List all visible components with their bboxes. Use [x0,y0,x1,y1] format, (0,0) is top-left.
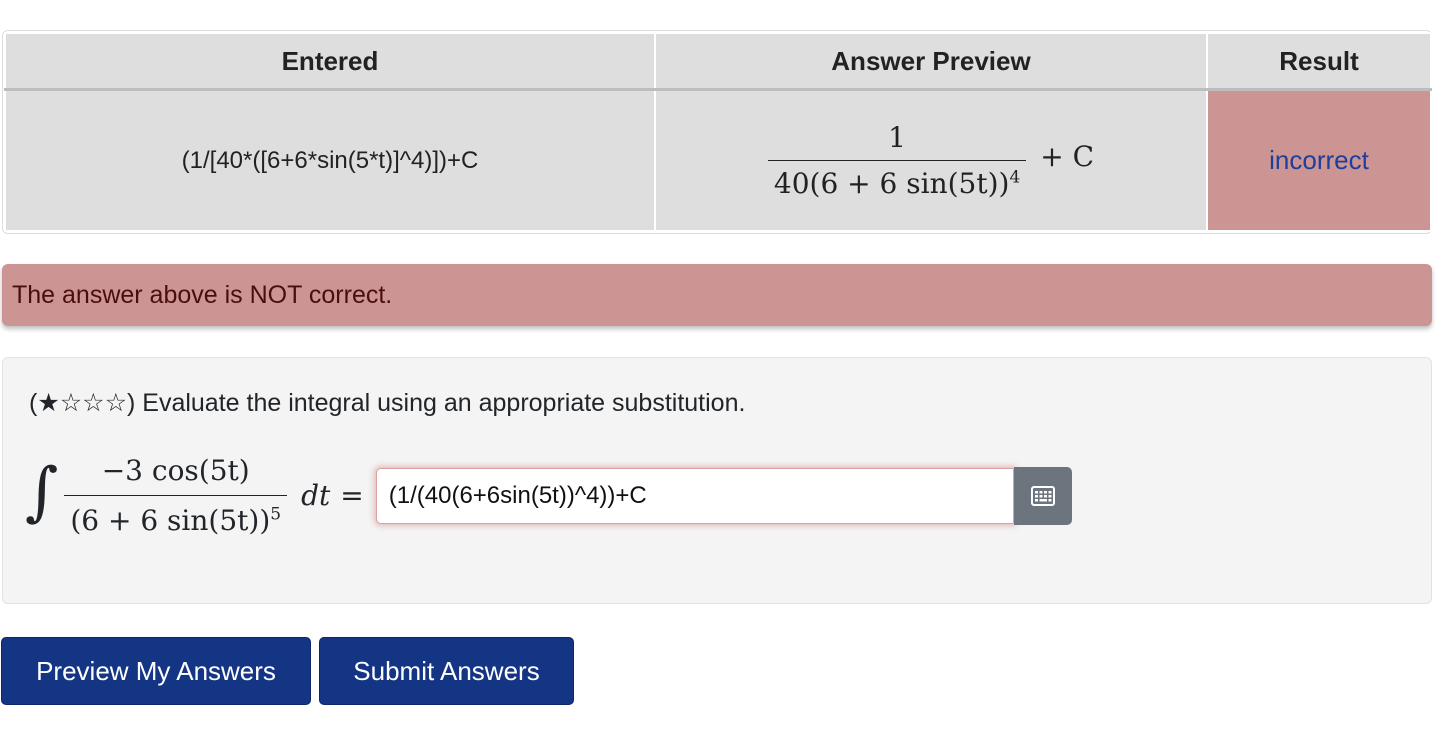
preview-denominator-base: 40(6 + 6 sin(5t)) [773,167,1010,200]
integral-row: ∫ −3 cos(5t) (6 + 6 sin(5t))5 dt = [25,454,1072,537]
equals-sign: = [340,479,364,512]
header-entered: Entered [4,32,656,91]
preview-denominator: 40(6 + 6 sin(5t))4 [767,160,1027,200]
answer-input[interactable] [375,467,1014,524]
result-cell: incorrect [1206,88,1432,232]
keypad-icon [1030,485,1055,506]
preview-constant: + C [1040,140,1095,173]
integrand-exponent: 5 [270,504,282,525]
integrand-denominator-base: (6 + 6 sin(5t)) [70,504,271,537]
clipped-heading-fragment: ▁▁▁ ▁▁ ▁ ▁▁▁▁▁ ▁▁▁▁ [8,0,476,6]
preview-exponent: 4 [1009,167,1021,188]
problem-prompt: (★☆☆☆) Evaluate the integral using an ap… [29,389,746,417]
integral-sign-icon: ∫ [25,454,59,529]
header-result: Result [1206,32,1432,91]
results-row: (1/[40*([6+6*sin(5*t)]^4)])+C 1 40(6 + 6… [4,88,1432,232]
preview-numerator: 1 [888,121,906,154]
preview-answers-button[interactable]: Preview My Answers [1,637,311,705]
prompt-text: Evaluate the integral using an appropria… [142,389,746,417]
integrand-fraction: −3 cos(5t) (6 + 6 sin(5t))5 [64,454,288,537]
keypad-button[interactable] [1013,466,1072,525]
entered-cell: (1/[40*([6+6*sin(5*t)]^4)])+C [4,88,656,232]
submit-answers-button[interactable]: Submit Answers [319,637,574,705]
result-incorrect-label[interactable]: incorrect [1269,145,1369,175]
incorrect-alert: The answer above is NOT correct. [2,264,1432,326]
results-table: Entered Answer Preview Result (1/[40*([6… [4,32,1432,232]
integrand-numerator: −3 cos(5t) [101,454,250,487]
results-table-container: Entered Answer Preview Result (1/[40*([6… [2,30,1432,234]
header-answer-preview: Answer Preview [654,32,1208,91]
answer-preview-cell: 1 40(6 + 6 sin(5t))4 + C [654,88,1208,232]
preview-fraction: 1 40(6 + 6 sin(5t))4 [767,121,1027,200]
difficulty-stars: ★☆☆☆ [37,389,127,417]
answer-preview-math: 1 40(6 + 6 sin(5t))4 + C [767,121,1095,200]
results-header-row: Entered Answer Preview Result [4,32,1432,91]
alert-message: The answer above is NOT correct. [12,280,393,309]
integrand-denominator: (6 + 6 sin(5t))5 [64,495,288,537]
problem-panel: (★☆☆☆) Evaluate the integral using an ap… [2,357,1432,604]
differential: dt [301,479,331,512]
